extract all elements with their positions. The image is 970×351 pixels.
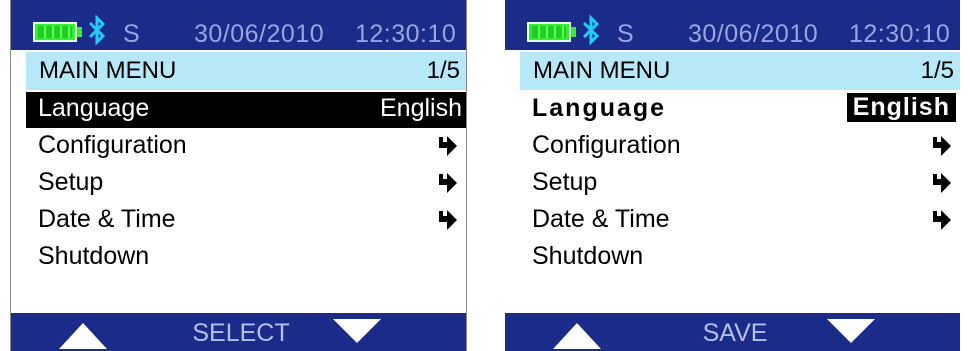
menu-item-shutdown[interactable]: Shutdown	[26, 240, 466, 276]
status-bar: S 30/06/2010 12:30:10	[505, 0, 960, 50]
softkey-bar: SELECT	[11, 313, 466, 351]
menu-item-setup[interactable]: Setup	[26, 166, 466, 202]
battery-tip	[77, 27, 82, 37]
menu-item-label: Configuration	[38, 131, 187, 159]
menu-item-configuration[interactable]: Configuration	[26, 129, 466, 165]
device-screen-menu-edit: S 30/06/2010 12:30:10 MAIN MENU 1/5 Lang…	[505, 0, 960, 351]
save-softkey[interactable]: SAVE	[665, 319, 805, 348]
language-value: English	[380, 94, 462, 122]
device-screen-menu-select: S 30/06/2010 12:30:10 MAIN MENU 1/5 Lang…	[10, 0, 467, 351]
menu-item-shutdown[interactable]: Shutdown	[520, 240, 960, 276]
menu-title: MAIN MENU	[39, 57, 177, 84]
menu-item-configuration[interactable]: Configuration	[520, 129, 960, 165]
down-triangle-icon[interactable]	[333, 319, 381, 343]
right-arrow-icon	[439, 136, 457, 156]
menu-item-language[interactable]: Language English	[520, 92, 960, 128]
menu-item-language[interactable]: Language English	[26, 92, 466, 128]
right-arrow-icon	[933, 173, 951, 193]
bluetooth-icon	[88, 14, 106, 46]
status-date: 30/06/2010	[688, 20, 819, 48]
up-triangle-icon[interactable]	[59, 323, 107, 349]
up-triangle-icon[interactable]	[553, 323, 601, 349]
right-arrow-icon	[933, 136, 951, 156]
menu-item-label: Setup	[38, 168, 104, 196]
menu-item-setup[interactable]: Setup	[520, 166, 960, 202]
menu-page-indicator: 1/5	[920, 57, 954, 84]
battery-full-icon	[33, 22, 77, 42]
menu-item-date-time[interactable]: Date & Time	[520, 203, 960, 239]
menu-title: MAIN MENU	[533, 57, 671, 84]
status-bar: S 30/06/2010 12:30:10	[11, 0, 466, 50]
menu-item-label: Setup	[532, 168, 598, 196]
menu-item-label: Language	[532, 94, 667, 122]
status-time: 12:30:10	[355, 20, 457, 48]
down-triangle-icon[interactable]	[827, 319, 875, 343]
menu-item-label: Configuration	[532, 131, 681, 159]
battery-full-icon	[527, 22, 571, 42]
right-arrow-icon	[439, 173, 457, 193]
menu-item-date-time[interactable]: Date & Time	[26, 203, 466, 239]
bluetooth-icon	[582, 14, 600, 46]
menu-item-label: Date & Time	[532, 205, 670, 233]
mode-indicator: S	[123, 20, 141, 48]
softkey-bar: SAVE	[505, 313, 960, 351]
right-arrow-icon	[933, 210, 951, 230]
menu-header: MAIN MENU 1/5	[520, 52, 960, 90]
battery-tip	[571, 27, 576, 37]
status-time: 12:30:10	[849, 20, 951, 48]
menu-item-label: Shutdown	[38, 242, 150, 270]
menu-item-label: Shutdown	[532, 242, 644, 270]
menu-item-label: Language	[38, 94, 150, 122]
select-softkey[interactable]: SELECT	[171, 319, 311, 348]
menu-page-indicator: 1/5	[426, 57, 460, 84]
right-arrow-icon	[439, 210, 457, 230]
menu-header: MAIN MENU 1/5	[26, 52, 466, 90]
language-value-editor[interactable]: English	[846, 93, 956, 122]
mode-indicator: S	[617, 20, 635, 48]
status-date: 30/06/2010	[194, 20, 325, 48]
menu-item-label: Date & Time	[38, 205, 176, 233]
